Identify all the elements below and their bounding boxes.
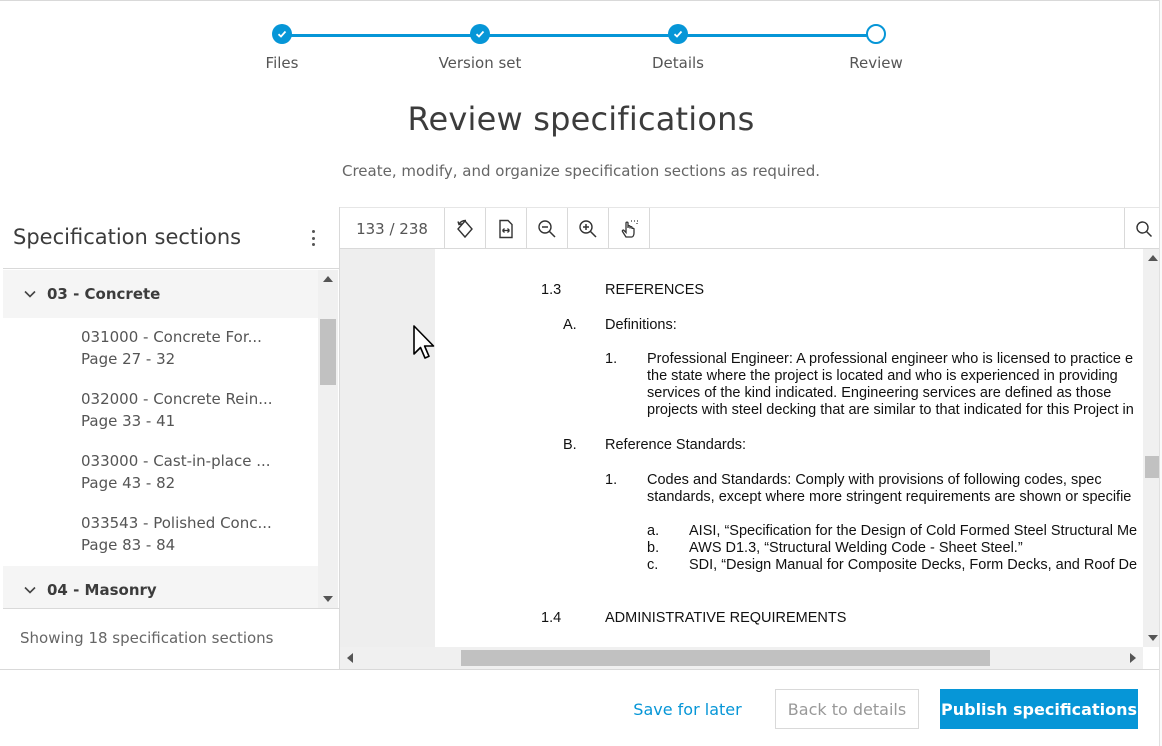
scroll-up-icon[interactable]: [323, 276, 333, 282]
zoom-in-button[interactable]: [568, 208, 609, 249]
paragraph-number: 1.: [605, 472, 618, 488]
chevron-down-icon: [24, 290, 36, 298]
document-page: 1.3 REFERENCES A. Definitions: 1. Profes…: [435, 249, 1143, 647]
article-label: B.: [563, 437, 577, 453]
article-title: Definitions:: [605, 317, 677, 333]
spec-item-name: 033000 - Cast-in-place ...: [81, 452, 271, 470]
page-title: Review specifications: [407, 100, 755, 138]
spec-item-pages: Page 83 - 84: [81, 536, 176, 554]
pan-hand-icon: [621, 219, 638, 238]
fit-width-icon: [499, 219, 513, 238]
document-viewer: 133 / 238 1.3 REFERENCES A. Definitions:…: [340, 207, 1162, 669]
group-label: 03 - Concrete: [47, 285, 161, 303]
scroll-up-icon[interactable]: [1148, 255, 1158, 261]
check-icon: [277, 30, 287, 38]
document-horizontal-scrollbar[interactable]: [340, 647, 1143, 669]
page-indicator: 133 / 238: [340, 208, 445, 249]
step-version-set-dot: [470, 24, 490, 44]
zoom-in-icon: [579, 219, 597, 238]
step-details-label: Details: [651, 54, 704, 72]
subparagraph-text: AISI, “Specification for the Design of C…: [689, 523, 1138, 539]
scrollbar-thumb[interactable]: [1145, 456, 1160, 478]
spec-item-name: 032000 - Concrete Rein...: [81, 390, 273, 408]
pan-button[interactable]: [609, 208, 650, 249]
check-icon: [673, 30, 683, 38]
subparagraph-text: SDI, “Design Manual for Composite Decks,…: [689, 557, 1138, 573]
scroll-down-icon[interactable]: [1148, 635, 1158, 641]
scroll-right-icon[interactable]: [1130, 653, 1136, 663]
zoom-out-button[interactable]: [527, 208, 568, 249]
mouse-pointer-icon: [413, 325, 435, 359]
stepper-line: [282, 34, 875, 37]
scrollbar-thumb[interactable]: [461, 650, 990, 666]
list-item[interactable]: 032000 - Concrete Rein... Page 33 - 41: [3, 380, 318, 442]
more-options-icon[interactable]: [307, 227, 319, 249]
paragraph-line: services of the kind indicated. Engineer…: [647, 385, 1112, 401]
section-number: 1.3: [541, 282, 562, 298]
list-item[interactable]: 033543 - Polished Conc... Page 83 - 84: [3, 504, 318, 566]
step-files-dot: [272, 24, 292, 44]
step-files-label: Files: [265, 54, 299, 72]
zoom-out-icon: [538, 219, 556, 238]
step-version-set-label: Version set: [438, 54, 522, 72]
rotate-icon: [457, 219, 473, 238]
paragraph-number: 1.: [605, 351, 618, 367]
sections-list: 03 - Concrete 031000 - Concrete For... P…: [3, 270, 318, 608]
list-item[interactable]: 033000 - Cast-in-place ... Page 43 - 82: [3, 442, 318, 504]
paragraph-line: Professional Engineer: A professional en…: [647, 351, 1134, 367]
group-header-concrete[interactable]: 03 - Concrete: [3, 270, 318, 318]
rotate-button[interactable]: [445, 208, 486, 249]
specification-sections-panel: Specification sections 03 - Concrete 031…: [3, 207, 340, 669]
paragraph-line: standards, except where more stringent r…: [647, 489, 1132, 505]
section-title: REFERENCES: [605, 282, 705, 298]
article-title: Reference Standards:: [605, 437, 747, 453]
subparagraph-label: b.: [647, 540, 660, 556]
search-icon: [1135, 220, 1152, 237]
panel-header: Specification sections: [3, 207, 339, 269]
group-label: 04 - Masonry: [47, 581, 157, 599]
step-review-label: Review: [849, 54, 903, 72]
step-details-dot: [668, 24, 688, 44]
list-item[interactable]: 031000 - Concrete For... Page 27 - 32: [3, 318, 318, 380]
step-review-dot: [866, 24, 886, 44]
scrollbar-thumb[interactable]: [320, 319, 336, 385]
action-footer: Save for later Back to details Publish s…: [0, 669, 1162, 746]
scroll-left-icon[interactable]: [347, 653, 353, 663]
paragraph-line: projects with steel decking that are sim…: [647, 402, 1134, 418]
subparagraph-label: c.: [647, 557, 659, 573]
progress-stepper: Files Version set Details Review: [0, 0, 1162, 90]
search-button[interactable]: [1124, 208, 1162, 249]
section-title: ADMINISTRATIVE REQUIREMENTS: [605, 610, 847, 626]
section-number: 1.4: [541, 610, 562, 626]
subparagraph-text: AWS D1.3, “Structural Welding Code - She…: [689, 540, 1023, 556]
list-scrollbar[interactable]: [318, 270, 338, 608]
article-label: A.: [563, 317, 577, 333]
save-for-later-button[interactable]: Save for later: [620, 689, 755, 729]
spec-item-name: 031000 - Concrete For...: [81, 328, 262, 346]
scroll-down-icon[interactable]: [323, 596, 333, 602]
spec-item-name: 033543 - Polished Conc...: [81, 514, 272, 532]
panel-title: Specification sections: [13, 225, 242, 249]
spec-item-pages: Page 43 - 82: [81, 474, 176, 492]
sections-count: Showing 18 specification sections: [3, 608, 339, 669]
spec-item-pages: Page 27 - 32: [81, 350, 176, 368]
page-subtitle: Create, modify, and organize specificati…: [342, 162, 820, 180]
spec-item-pages: Page 33 - 41: [81, 412, 176, 430]
group-header-masonry[interactable]: 04 - Masonry: [3, 566, 318, 608]
paragraph-line: Codes and Standards: Comply with provisi…: [647, 472, 1102, 488]
fit-width-button[interactable]: [486, 208, 527, 249]
chevron-down-icon: [24, 586, 36, 594]
publish-specifications-button[interactable]: Publish specifications: [940, 689, 1138, 729]
paragraph-line: the state where the project is located a…: [647, 368, 1118, 384]
back-to-details-button[interactable]: Back to details: [775, 689, 919, 729]
check-icon: [475, 30, 485, 38]
document-canvas[interactable]: 1.3 REFERENCES A. Definitions: 1. Profes…: [340, 249, 1143, 647]
subparagraph-label: a.: [647, 523, 660, 539]
viewer-toolbar: 133 / 238: [340, 207, 1162, 249]
